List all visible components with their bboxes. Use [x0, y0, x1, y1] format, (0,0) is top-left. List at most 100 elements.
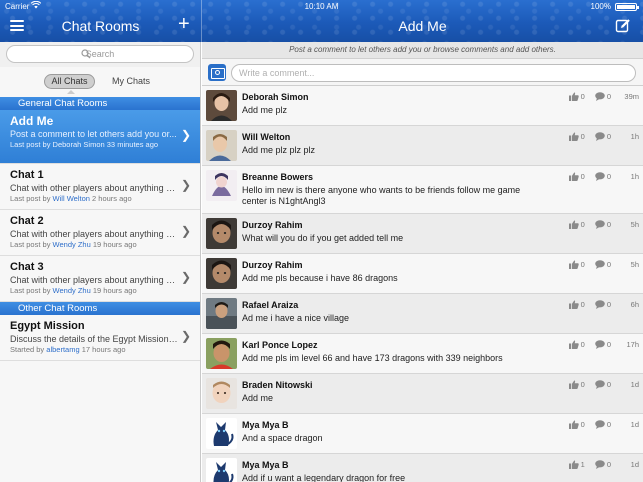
- last-post-user[interactable]: albertamg: [46, 345, 79, 354]
- comment-author[interactable]: Durzoy Rahim: [242, 260, 303, 270]
- reply-button[interactable]: 0: [595, 132, 611, 141]
- comment-author[interactable]: Braden Nitowski: [242, 380, 313, 390]
- comment-author[interactable]: Mya Mya B: [242, 420, 289, 430]
- comment-list: Deborah Simon Add me plz 0 0 39m Will We…: [202, 86, 643, 482]
- avatar[interactable]: [206, 90, 237, 121]
- like-count: 0: [580, 260, 585, 269]
- comment-text: Add me plz plz plz: [242, 145, 316, 155]
- comment-actions: 0 0 1h: [568, 172, 639, 181]
- comment-actions: 0 0 1h: [568, 132, 639, 141]
- last-post-time: 19 hours ago: [92, 240, 137, 249]
- like-button[interactable]: 0: [568, 260, 585, 269]
- speech-bubble-icon: [595, 172, 605, 181]
- comment-row: Mya Mya B Add if u want a legendary drag…: [202, 454, 643, 482]
- compose-icon[interactable]: [615, 18, 631, 34]
- comment-row: Deborah Simon Add me plz 0 0 39m: [202, 86, 643, 126]
- comment-input[interactable]: [231, 64, 636, 82]
- comment-row: Mya Mya B And a space dragon 0 0 1d: [202, 414, 643, 454]
- reply-button[interactable]: 0: [595, 340, 611, 349]
- reply-count: 0: [606, 220, 611, 229]
- avatar[interactable]: [206, 170, 237, 201]
- reply-count: 0: [606, 420, 611, 429]
- thumbs-up-icon: [568, 172, 579, 181]
- tab-all-chats[interactable]: All Chats: [44, 74, 95, 89]
- reply-button[interactable]: 0: [595, 260, 611, 269]
- room-item-add-me[interactable]: Add Me Post a comment to let others add …: [0, 110, 200, 164]
- room-last-post: Last post by Wendy Zhu 19 hours ago: [10, 240, 178, 250]
- reply-button[interactable]: 0: [595, 460, 611, 469]
- photo-attach-icon[interactable]: [208, 64, 226, 81]
- last-post-time: 19 hours ago: [92, 286, 137, 295]
- last-post-user[interactable]: Wendy Zhu: [53, 286, 91, 295]
- comment-author[interactable]: Durzoy Rahim: [242, 220, 303, 230]
- like-button[interactable]: 0: [568, 220, 585, 229]
- comment-time: 1h: [630, 172, 639, 181]
- comment-time: 6h: [630, 300, 639, 309]
- comment-author[interactable]: Breanne Bowers: [242, 172, 313, 182]
- like-button[interactable]: 0: [568, 380, 585, 389]
- room-item-chat-2[interactable]: Chat 2 Chat with other players about any…: [0, 210, 200, 256]
- comment-time: 1d: [630, 460, 639, 469]
- comment-row: Durzoy Rahim Add me pls because i have 8…: [202, 254, 643, 294]
- comment-time: 5h: [630, 220, 639, 229]
- like-button[interactable]: 0: [568, 92, 585, 101]
- reply-button[interactable]: 0: [595, 420, 611, 429]
- comment-time: 17h: [626, 340, 639, 349]
- comment-text: Add me pls im level 66 and have 173 drag…: [242, 353, 503, 363]
- comment-author[interactable]: Mya Mya B: [242, 460, 289, 470]
- avatar[interactable]: [206, 258, 237, 289]
- like-count: 0: [580, 92, 585, 101]
- search-input[interactable]: Search: [6, 45, 194, 63]
- tab-my-chats[interactable]: My Chats: [108, 74, 154, 89]
- chat-rooms-title: Chat Rooms: [61, 18, 140, 34]
- chat-filter-segment: All Chats My Chats: [0, 67, 200, 97]
- add-room-button[interactable]: +: [178, 14, 190, 34]
- avatar[interactable]: [206, 218, 237, 249]
- last-post-time: 17 hours ago: [81, 345, 126, 354]
- chevron-right-icon: ❯: [180, 178, 191, 192]
- reply-button[interactable]: 0: [595, 220, 611, 229]
- comment-author[interactable]: Deborah Simon: [242, 92, 309, 102]
- avatar[interactable]: [206, 338, 237, 369]
- battery-percent: 100%: [590, 2, 611, 11]
- room-item-chat-1[interactable]: Chat 1 Chat with other players about any…: [0, 164, 200, 210]
- avatar[interactable]: [206, 418, 237, 449]
- comment-row: Breanne Bowers Hello im new is there any…: [202, 166, 643, 214]
- comment-actions: 0 0 1d: [568, 380, 639, 389]
- reply-button[interactable]: 0: [595, 380, 611, 389]
- reply-button[interactable]: 0: [595, 92, 611, 101]
- reply-count: 0: [606, 172, 611, 181]
- like-button[interactable]: 0: [568, 340, 585, 349]
- last-post-user[interactable]: Will Welton: [53, 194, 90, 203]
- like-button[interactable]: 0: [568, 300, 585, 309]
- comment-actions: 0 0 5h: [568, 260, 639, 269]
- comment-author[interactable]: Karl Ponce Lopez: [242, 340, 318, 350]
- last-post-user[interactable]: Deborah Simon: [53, 140, 105, 149]
- room-title: Add Me: [398, 18, 447, 34]
- last-post-user[interactable]: Wendy Zhu: [53, 240, 91, 249]
- comment-text: Ad me i have a nice village: [242, 313, 350, 323]
- room-description: Discuss the details of the Egypt Mission…: [10, 334, 178, 344]
- like-count: 1: [580, 460, 585, 469]
- comment-author[interactable]: Will Welton: [242, 132, 290, 142]
- reply-button[interactable]: 0: [595, 172, 611, 181]
- avatar[interactable]: [206, 298, 237, 329]
- comment-author[interactable]: Rafael Araiza: [242, 300, 298, 310]
- room-title: Chat 3: [10, 261, 44, 273]
- speech-bubble-icon: [595, 460, 605, 469]
- room-item-egypt-mission[interactable]: Egypt Mission Discuss the details of the…: [0, 315, 200, 361]
- like-button[interactable]: 0: [568, 172, 585, 181]
- like-button[interactable]: 1: [568, 460, 585, 469]
- avatar[interactable]: [206, 378, 237, 409]
- comment-actions: 0 0 1d: [568, 420, 639, 429]
- comment-time: 39m: [624, 92, 639, 101]
- avatar[interactable]: [206, 130, 237, 161]
- search-placeholder: Search: [85, 49, 115, 59]
- reply-button[interactable]: 0: [595, 300, 611, 309]
- chevron-right-icon: ❯: [180, 270, 191, 284]
- room-item-chat-3[interactable]: Chat 3 Chat with other players about any…: [0, 256, 200, 302]
- avatar[interactable]: [206, 458, 237, 482]
- selected-tab-caret: [67, 90, 75, 94]
- like-button[interactable]: 0: [568, 420, 585, 429]
- like-button[interactable]: 0: [568, 132, 585, 141]
